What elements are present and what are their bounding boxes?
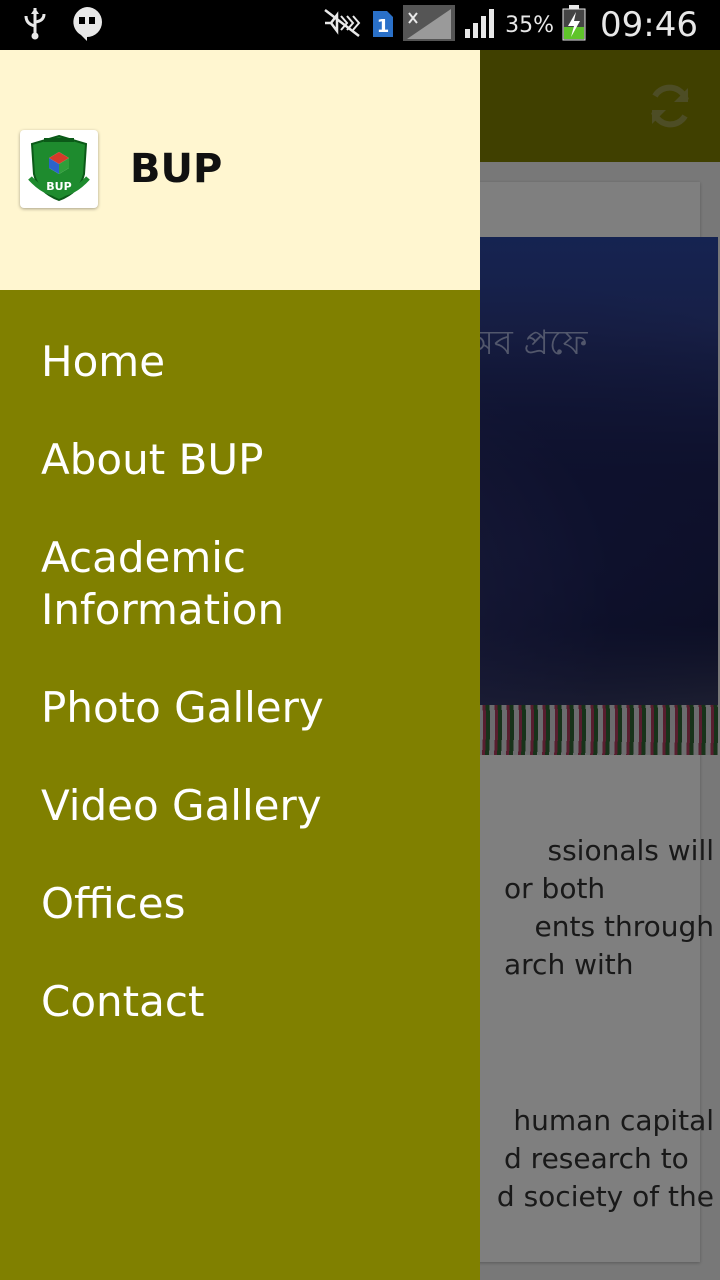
svg-text:1: 1 (377, 16, 390, 37)
status-bar: 1 35% 09:46 (0, 0, 720, 50)
menu-item-home[interactable]: Home (0, 290, 480, 434)
menu-item-offices[interactable]: Offices (0, 878, 480, 976)
clock: 09:46 (600, 5, 698, 45)
battery-charging-icon (562, 5, 586, 45)
drawer-header: BUP BUP (0, 50, 480, 290)
usb-icon (22, 6, 48, 44)
menu-item-contact[interactable]: Contact (0, 976, 480, 1074)
menu-item-about-bup[interactable]: About BUP (0, 434, 480, 532)
menu-item-academic-information[interactable]: Academic Information (0, 532, 480, 682)
svg-text:BUP: BUP (46, 180, 71, 193)
sim-icon: 1 (371, 7, 395, 43)
navigation-drawer: BUP BUP Home About BUP Academic Informat… (0, 50, 480, 1280)
bup-logo-icon: BUP (20, 130, 98, 208)
drawer-app-name: BUP (130, 146, 223, 192)
signal-icon (403, 5, 456, 45)
signal-icon (463, 7, 497, 43)
drawer-menu: Home About BUP Academic Information Phot… (0, 290, 480, 1074)
mute-icon (321, 8, 363, 42)
menu-item-photo-gallery[interactable]: Photo Gallery (0, 682, 480, 780)
battery-percent: 35% (505, 12, 555, 38)
menu-item-video-gallery[interactable]: Video Gallery (0, 780, 480, 878)
hangouts-icon (70, 5, 104, 45)
